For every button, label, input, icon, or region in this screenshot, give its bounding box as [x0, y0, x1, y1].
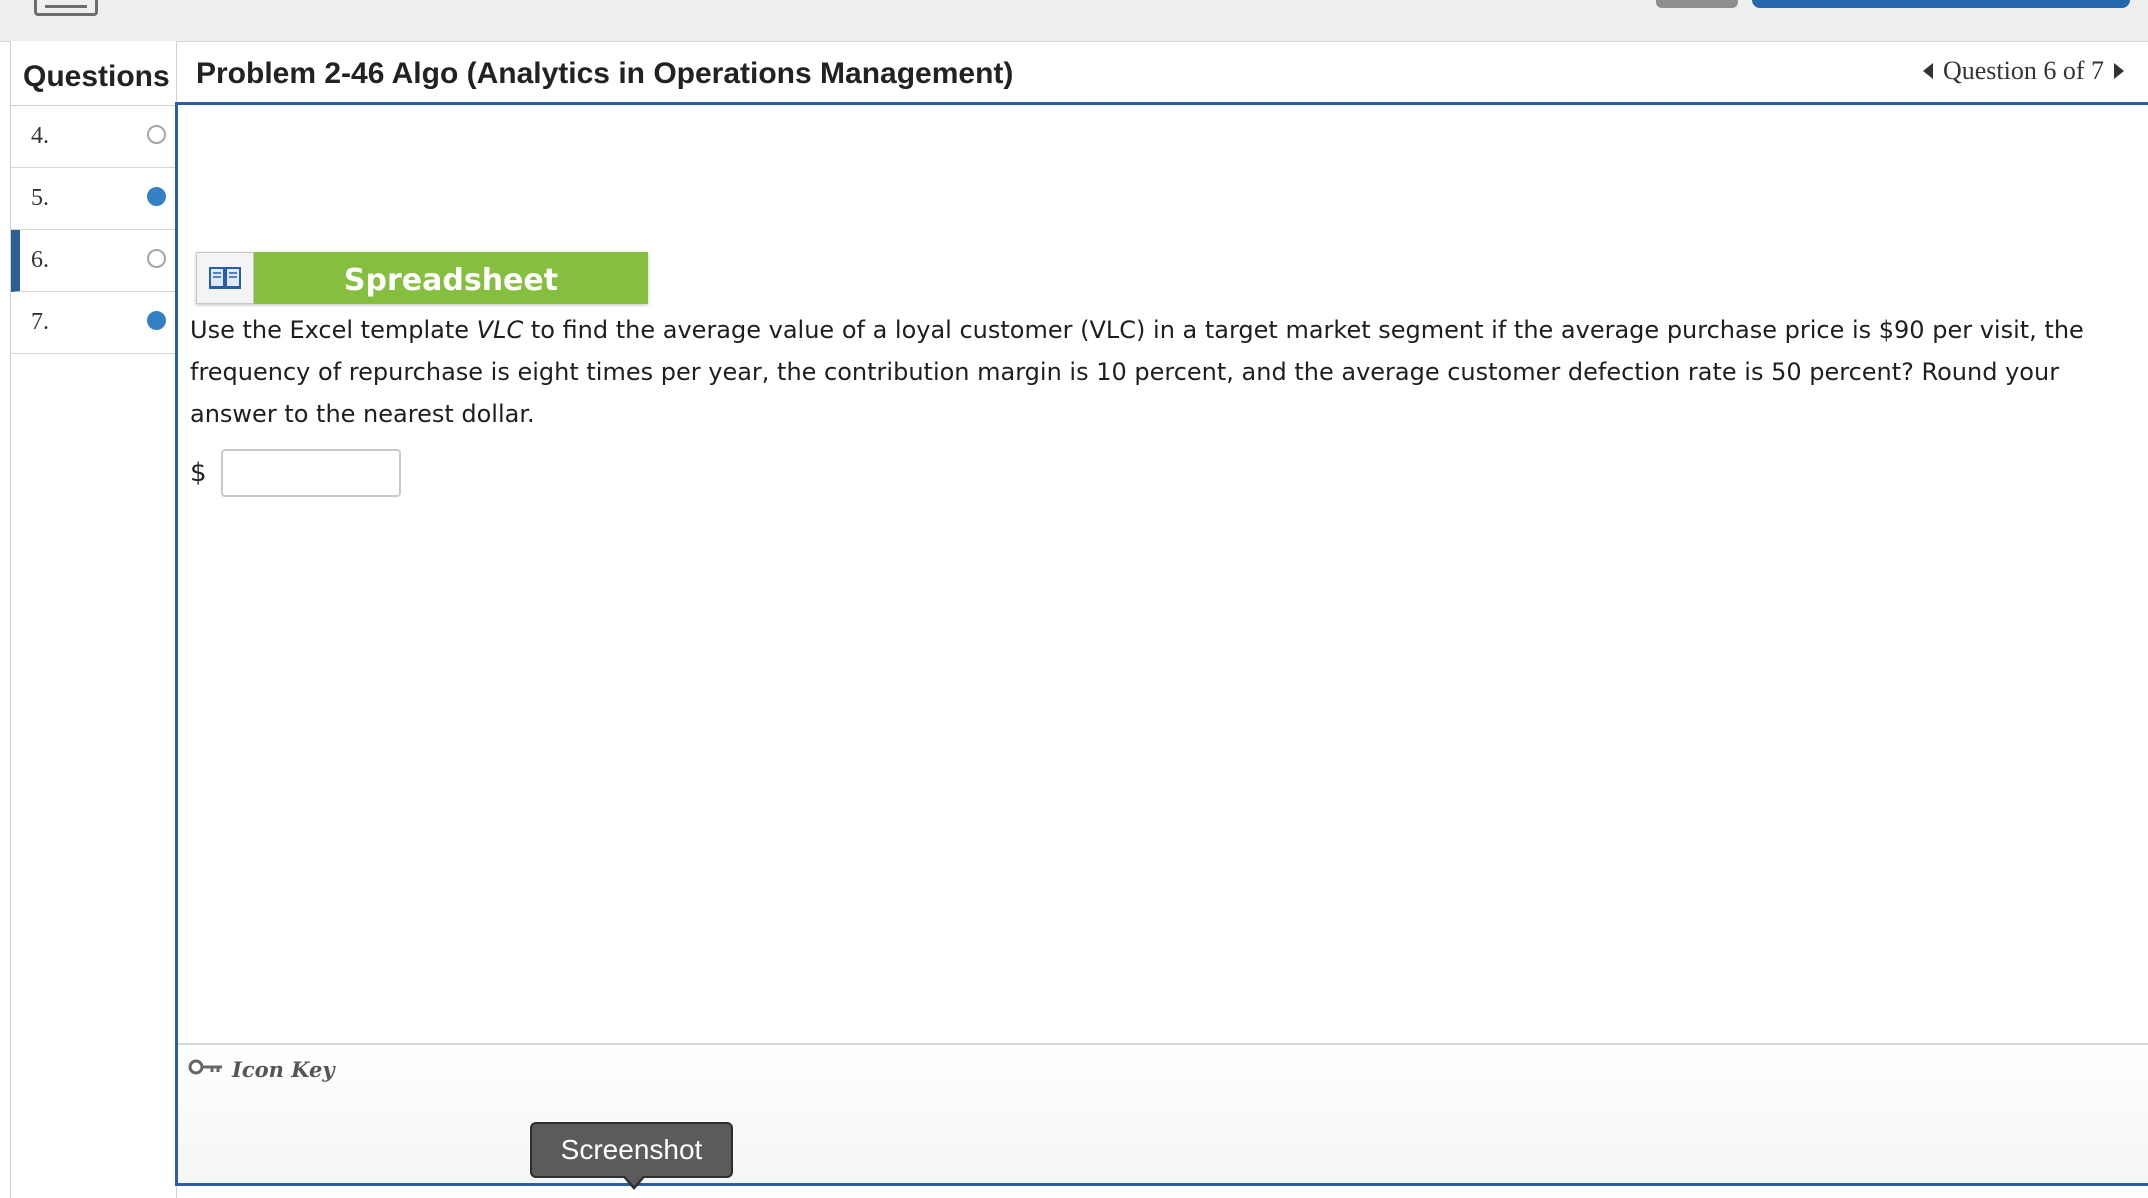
question-text-part1: Use the Excel template: [190, 316, 477, 344]
keyboard-icon[interactable]: [34, 0, 98, 16]
book-icon: [196, 252, 254, 304]
answer-row: $: [190, 449, 401, 497]
question-item-label: 7.: [31, 309, 49, 335]
prev-arrow-icon[interactable]: [1922, 63, 1933, 79]
question-item-4[interactable]: 4.: [11, 106, 176, 168]
answer-input[interactable]: [220, 449, 401, 497]
questions-sidebar: Questions 4. 5. 6. 7.: [10, 41, 177, 1198]
question-text: Use the Excel template VLC to find the a…: [190, 309, 2130, 435]
answered-status-icon: [147, 187, 166, 206]
submit-button[interactable]: [1752, 0, 2130, 8]
question-item-7[interactable]: 7.: [11, 292, 176, 354]
icon-key-link[interactable]: Icon Key: [188, 1057, 335, 1082]
spreadsheet-button[interactable]: Spreadsheet: [196, 252, 648, 304]
toolbar-button[interactable]: [1656, 0, 1738, 8]
screenshot-tooltip: Screenshot: [530, 1122, 733, 1190]
question-item-5[interactable]: 5.: [11, 168, 176, 230]
answered-status-icon: [147, 311, 166, 330]
key-icon: [188, 1057, 224, 1082]
currency-symbol: $: [190, 458, 207, 488]
questions-header: Questions: [11, 41, 176, 106]
top-toolbar: [0, 0, 2148, 42]
page-title: Problem 2-46 Algo (Analytics in Operatio…: [196, 57, 1014, 90]
question-item-label: 5.: [31, 185, 49, 211]
question-item-6[interactable]: 6.: [11, 230, 176, 292]
icon-key-label: Icon Key: [232, 1057, 335, 1082]
next-arrow-icon[interactable]: [2114, 63, 2124, 79]
question-panel: Spreadsheet Use the Excel template VLC t…: [175, 102, 2148, 1186]
question-item-label: 4.: [31, 123, 49, 149]
unanswered-status-icon: [147, 249, 166, 268]
question-position: Question 6 of 7: [1942, 56, 2104, 85]
unanswered-status-icon: [147, 125, 166, 144]
question-item-label: 6.: [31, 247, 49, 273]
footer-area: [178, 1045, 2148, 1183]
spreadsheet-label: Spreadsheet: [254, 252, 648, 304]
template-name: VLC: [476, 316, 524, 344]
question-navigator: Question 6 of 7: [1922, 56, 2124, 86]
divider: [178, 1043, 2148, 1045]
